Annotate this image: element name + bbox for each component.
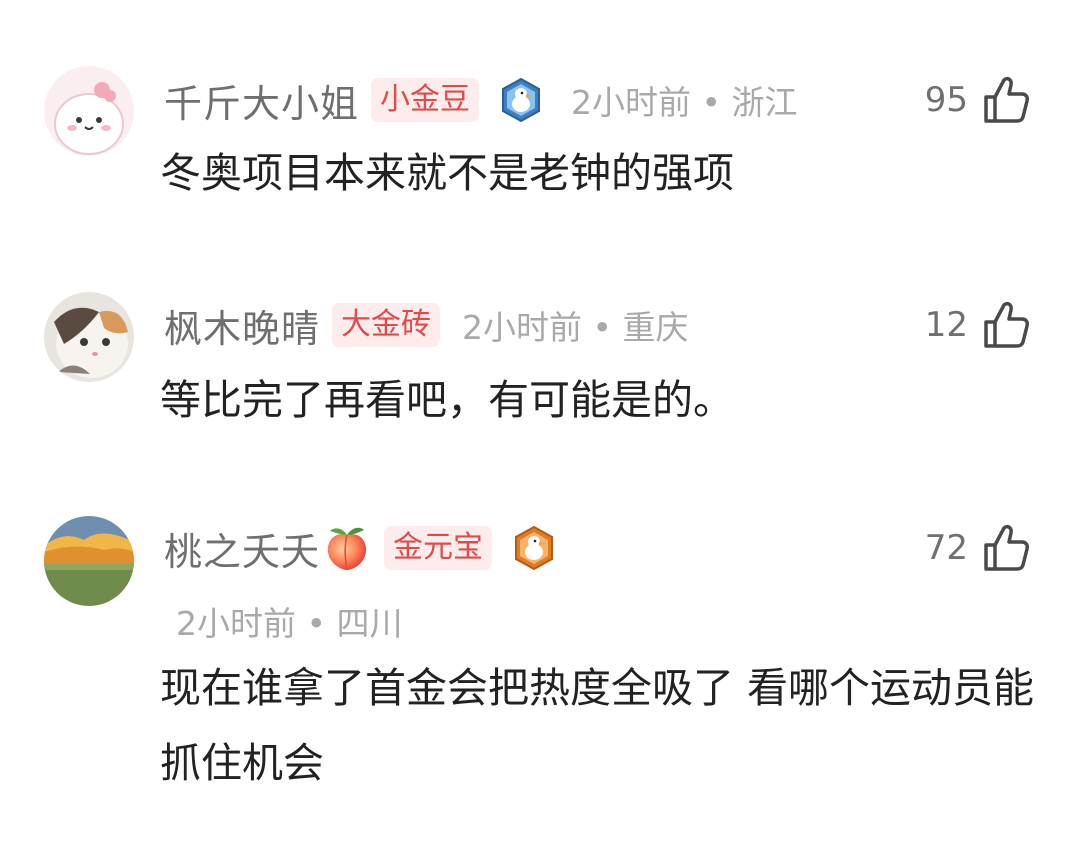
location: 四川 — [336, 604, 403, 643]
like-count: 95 — [924, 80, 968, 120]
thumbs-up-icon[interactable] — [982, 523, 1030, 573]
avatar[interactable] — [44, 516, 134, 606]
comment-header: 枫木晚晴 大金砖 2小时前 • 重庆 — [164, 299, 688, 351]
like-count: 72 — [924, 528, 968, 568]
timestamp: 2小时前 — [462, 308, 583, 347]
timestamp: 2小时前 — [571, 83, 692, 122]
comment-header: 桃之夭夭 金元宝 — [164, 522, 554, 574]
like-button[interactable]: 12 — [925, 299, 1030, 351]
comment-meta: 2小时前 • 四川 — [176, 597, 402, 645]
comment-text: 现在谁拿了首金会把热度全吸了 看哪个运动员能抓住机会 — [160, 664, 1035, 787]
comment-text: 等比完了再看吧，有可能是的。 — [160, 376, 734, 424]
thumbs-up-icon[interactable] — [982, 75, 1030, 125]
avatar[interactable] — [44, 66, 134, 156]
comment-text: 冬奥项目本来就不是老钟的强项 — [160, 149, 734, 197]
level-badge: 小金豆 — [371, 78, 480, 122]
level-badge: 大金砖 — [332, 303, 441, 347]
comment-header: 千斤大小姐 小金豆 2小时前 • 浙江 — [164, 74, 797, 126]
peach-emoji — [327, 527, 367, 571]
timestamp: 2小时前 — [176, 604, 296, 643]
comment-meta: 2小时前 • 重庆 — [462, 301, 688, 349]
separator-dot: • — [701, 83, 721, 122]
duck-medal-orange-icon — [514, 525, 554, 571]
like-count: 12 — [924, 305, 968, 345]
username[interactable]: 千斤大小姐 — [164, 73, 359, 128]
duck-medal-blue-icon — [501, 77, 541, 123]
separator-dot: • — [592, 308, 612, 347]
like-button[interactable]: 72 — [925, 522, 1030, 574]
level-badge: 金元宝 — [384, 526, 493, 570]
separator-dot: • — [306, 604, 326, 643]
location: 重庆 — [622, 308, 689, 347]
avatar[interactable] — [44, 292, 134, 382]
thumbs-up-icon[interactable] — [982, 300, 1030, 350]
like-button[interactable]: 95 — [925, 74, 1030, 126]
username[interactable]: 枫木晚晴 — [164, 298, 320, 353]
comment-meta: 2小时前 • 浙江 — [571, 76, 797, 124]
location: 浙江 — [731, 83, 798, 122]
username[interactable]: 桃之夭夭 — [164, 521, 320, 576]
